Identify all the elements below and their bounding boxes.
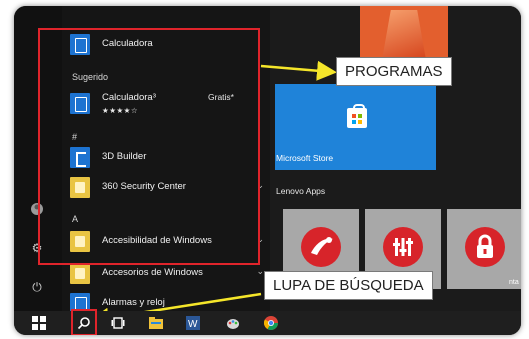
windows-start-icon[interactable]	[32, 316, 46, 330]
programs-arrow	[260, 60, 337, 81]
paint-icon[interactable]	[226, 316, 240, 330]
programs-callout: PROGRAMAS	[336, 57, 452, 86]
search-callout: LUPA DE BÚSQUEDA	[264, 271, 433, 300]
chrome-icon[interactable]	[263, 316, 278, 330]
svg-text:W: W	[188, 319, 198, 330]
search-highlight-box	[71, 309, 97, 335]
file-explorer-icon[interactable]	[149, 316, 163, 330]
word-icon[interactable]: W	[186, 316, 200, 330]
screenshot-frame: ⚙ ⏻ Calculadora Sugerido Calculadora³ ★★…	[14, 6, 521, 335]
task-view-icon[interactable]	[111, 316, 125, 330]
